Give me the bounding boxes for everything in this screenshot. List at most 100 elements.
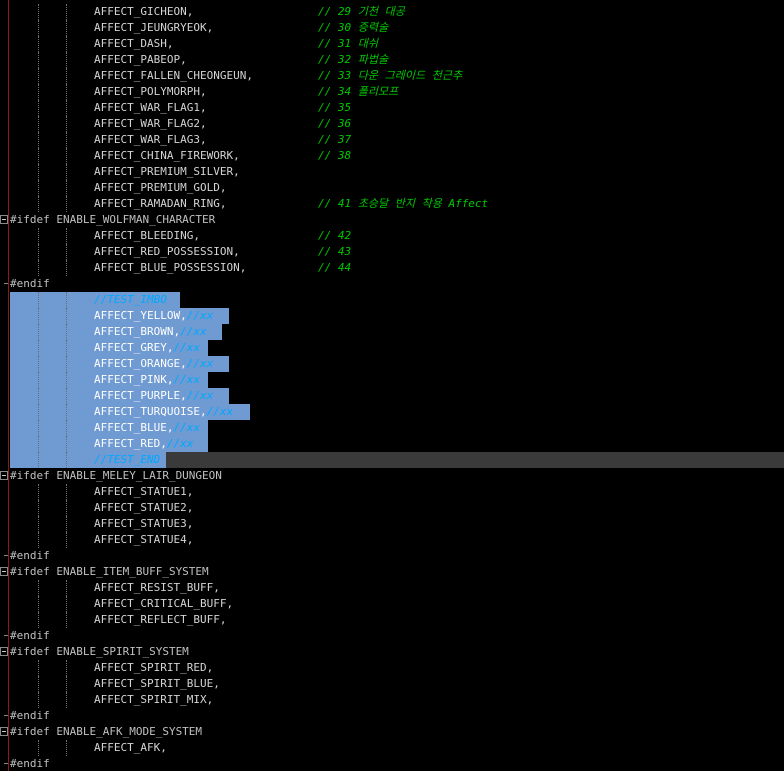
indent-guide: [38, 356, 39, 372]
fold-toggle-icon[interactable]: [0, 647, 8, 656]
code-line[interactable]: AFFECT_PREMIUM_GOLD,: [0, 180, 784, 196]
fold-toggle-icon[interactable]: [0, 215, 8, 224]
selected-line[interactable]: AFFECT_PURPLE,//xx: [0, 388, 784, 404]
code-text: AFFECT_CHINA_FIREWORK,: [94, 149, 240, 162]
code-line[interactable]: AFFECT_STATUE4,: [0, 532, 784, 548]
code-line[interactable]: AFFECT_DASH, // 31 대쉬: [0, 36, 784, 52]
selected-line[interactable]: //TEST_IMBO: [0, 292, 784, 308]
code-line[interactable]: AFFECT_RED_POSSESSION, // 43: [0, 244, 784, 260]
indent-guide: [38, 68, 39, 84]
indent-guide: [38, 340, 39, 356]
code-line[interactable]: AFFECT_WAR_FLAG2, // 36: [0, 116, 784, 132]
selected-line[interactable]: AFFECT_RED,//xx: [0, 436, 784, 452]
code-text: AFFECT_YELLOW,//xx: [94, 308, 213, 324]
preprocessor-line[interactable]: #ifdef ENABLE_SPIRIT_SYSTEM: [0, 644, 784, 660]
selected-line[interactable]: AFFECT_BLUE,//xx: [0, 420, 784, 436]
code-text: AFFECT_SPIRIT_MIX,: [94, 693, 214, 706]
preprocessor-directive: #endif: [10, 629, 50, 642]
indent-guide: [38, 388, 39, 404]
indent-guide: [66, 596, 67, 612]
code-line[interactable]: AFFECT_GICHEON, // 29 기천 대공: [0, 4, 784, 20]
code-line[interactable]: AFFECT_BLUE_POSSESSION, // 44: [0, 260, 784, 276]
indent-guide: [66, 356, 67, 372]
selected-line[interactable]: AFFECT_TURQUOISE,//xx: [0, 404, 784, 420]
code-identifier: AFFECT_GREY,: [94, 341, 174, 354]
code-comment: //TEST_IMBO: [94, 293, 167, 306]
code-line[interactable]: AFFECT_STATUE1,: [0, 484, 784, 500]
code-text: AFFECT_WAR_FLAG2,: [94, 117, 207, 130]
fold-end-icon: [4, 555, 8, 556]
code-text: AFFECT_BLEEDING,: [94, 229, 200, 242]
preprocessor-directive: #endif: [10, 709, 50, 722]
code-line[interactable]: AFFECT_CHINA_FIREWORK, // 38: [0, 148, 784, 164]
code-text: AFFECT_SPIRIT_BLUE,: [94, 677, 220, 690]
code-text: AFFECT_WAR_FLAG3,: [94, 133, 207, 146]
code-line[interactable]: AFFECT_PABEOP, // 32 파법술: [0, 52, 784, 68]
fold-toggle-icon[interactable]: [0, 567, 8, 576]
code-text: AFFECT_ORANGE,//xx: [94, 356, 213, 372]
code-identifier: AFFECT_BLUE,: [94, 421, 174, 434]
indent-guide: [38, 4, 39, 20]
code-comment: // 31 대쉬: [318, 37, 378, 50]
preprocessor-line[interactable]: #ifdef ENABLE_MELEY_LAIR_DUNGEON: [0, 468, 784, 484]
code-line[interactable]: AFFECT_STATUE3,: [0, 516, 784, 532]
indent-guide: [66, 116, 67, 132]
code-comment: // 34 폴리모프: [318, 85, 399, 98]
indent-guide: [66, 132, 67, 148]
code-line[interactable]: AFFECT_SPIRIT_BLUE,: [0, 676, 784, 692]
selected-line[interactable]: AFFECT_PINK,//xx: [0, 372, 784, 388]
code-line[interactable]: AFFECT_WAR_FLAG3, // 37: [0, 132, 784, 148]
code-line[interactable]: AFFECT_RAMADAN_RING, // 41 초승달 반지 착용 Aff…: [0, 196, 784, 212]
code-text: AFFECT_STATUE2,: [94, 501, 194, 514]
fold-toggle-icon[interactable]: [0, 471, 8, 480]
preprocessor-line[interactable]: #ifdef ENABLE_ITEM_BUFF_SYSTEM: [0, 564, 784, 580]
selected-line[interactable]: AFFECT_BROWN,//xx: [0, 324, 784, 340]
indent-guide: [66, 676, 67, 692]
preprocessor-line[interactable]: #endif: [0, 756, 784, 771]
indent-guide: [66, 180, 67, 196]
code-line[interactable]: AFFECT_WAR_FLAG1, // 35: [0, 100, 784, 116]
indent-guide: [38, 180, 39, 196]
code-comment: // 42: [318, 229, 352, 242]
code-line[interactable]: AFFECT_PREMIUM_SILVER,: [0, 164, 784, 180]
code-line[interactable]: AFFECT_FALLEN_CHEONGEUN, // 33 다운 그레이드 천…: [0, 68, 784, 84]
preprocessor-line[interactable]: #endif: [0, 276, 784, 292]
preprocessor-line[interactable]: #endif: [0, 708, 784, 724]
code-text: AFFECT_CRITICAL_BUFF,: [94, 597, 234, 610]
preprocessor-line[interactable]: #ifdef ENABLE_AFK_MODE_SYSTEM: [0, 724, 784, 740]
code-line[interactable]: AFFECT_RESIST_BUFF,: [0, 580, 784, 596]
indent-guide: [38, 244, 39, 260]
code-text: AFFECT_FALLEN_CHEONGEUN,: [94, 69, 253, 82]
selected-line[interactable]: AFFECT_GREY,//xx: [0, 340, 784, 356]
indent-guide: [38, 692, 39, 708]
code-line[interactable]: AFFECT_SPIRIT_RED,: [0, 660, 784, 676]
indent-guide: [66, 68, 67, 84]
code-line[interactable]: AFFECT_REFLECT_BUFF,: [0, 612, 784, 628]
code-line[interactable]: AFFECT_BLEEDING, // 42: [0, 228, 784, 244]
code-line[interactable]: AFFECT_SPIRIT_MIX,: [0, 692, 784, 708]
indent-guide: [38, 676, 39, 692]
preprocessor-line[interactable]: #ifdef ENABLE_WOLFMAN_CHARACTER: [0, 212, 784, 228]
code-comment: // 37: [318, 133, 352, 146]
selected-line[interactable]: AFFECT_YELLOW,//xx: [0, 308, 784, 324]
indent-guide: [38, 132, 39, 148]
code-line[interactable]: AFFECT_STATUE2,: [0, 500, 784, 516]
indent-guide: [66, 500, 67, 516]
indent-guide: [38, 292, 39, 308]
code-line[interactable]: AFFECT_AFK,: [0, 740, 784, 756]
preprocessor-line[interactable]: #endif: [0, 548, 784, 564]
fold-toggle-icon[interactable]: [0, 727, 8, 736]
code-line[interactable]: AFFECT_CRITICAL_BUFF,: [0, 596, 784, 612]
preprocessor-line[interactable]: #endif: [0, 628, 784, 644]
code-editor[interactable]: AFFECT_GICHEON, // 29 기천 대공 AFFECT_JEUNG…: [0, 0, 784, 771]
current-line[interactable]: //TEST_END: [0, 452, 784, 468]
indent-guide: [66, 692, 67, 708]
indent-guide: [38, 420, 39, 436]
code-text: AFFECT_AFK,: [94, 741, 167, 754]
selected-line[interactable]: AFFECT_ORANGE,//xx: [0, 356, 784, 372]
indent-guide: [66, 484, 67, 500]
code-comment: // 32 파법술: [318, 53, 389, 66]
fold-end-icon: [4, 715, 8, 716]
code-line[interactable]: AFFECT_JEUNGRYEOK, // 30 증력술: [0, 20, 784, 36]
code-line[interactable]: AFFECT_POLYMORPH, // 34 폴리모프: [0, 84, 784, 100]
